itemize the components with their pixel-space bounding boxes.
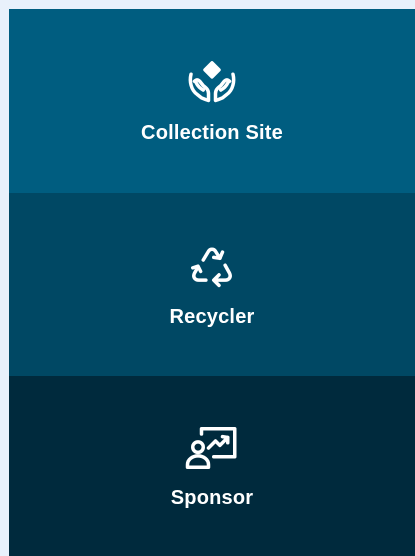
sponsor-label: Sponsor — [170, 487, 254, 509]
role-selection-panel: Collection Site Recycler Sponsor — [9, 9, 415, 556]
recycler-label: Recycler — [169, 305, 255, 328]
recycle-arrows-icon — [182, 241, 242, 293]
hands-holding-diamond-icon — [182, 57, 242, 109]
recycler-tile[interactable]: Recycler — [9, 193, 415, 376]
collection-site-tile[interactable]: Collection Site — [9, 9, 415, 193]
sponsor-tile[interactable]: Sponsor — [9, 376, 415, 556]
collection-site-label: Collection Site — [141, 122, 283, 144]
presenter-chart-icon — [182, 422, 242, 474]
